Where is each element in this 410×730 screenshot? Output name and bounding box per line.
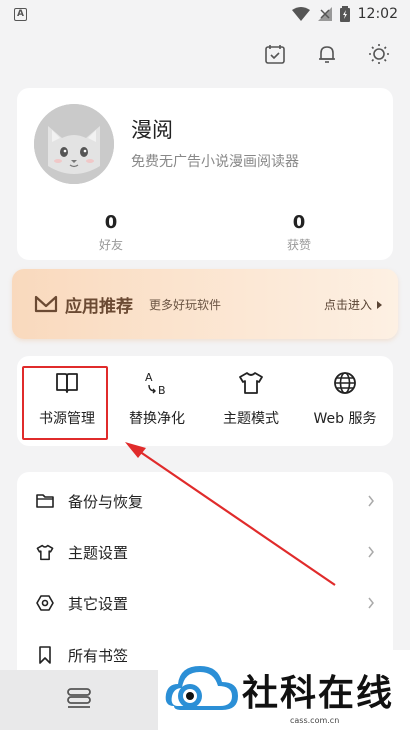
menu-item-other-settings[interactable]: 其它设置 (17, 580, 393, 626)
status-left: A (14, 7, 27, 21)
menu-item-label: 备份与恢复 (68, 492, 144, 511)
replace-ab-icon: AB (143, 368, 171, 398)
no-signal-icon (317, 7, 332, 21)
watermark: 社科在线 cass.com.cn (158, 650, 410, 730)
cat-avatar-icon (34, 104, 114, 184)
mail-crown-icon (34, 294, 58, 318)
app-name: 漫阅 (131, 118, 173, 142)
watermark-text: 社科在线 (242, 673, 395, 714)
action-label: 主题模式 (223, 411, 279, 427)
friends-count: 0 (104, 212, 118, 233)
folder-icon (36, 492, 54, 510)
menu-item-label: 所有书签 (68, 646, 129, 665)
friends-label: 好友 (98, 238, 123, 252)
bottom-nav-bar (0, 670, 158, 730)
app-recommend-banner[interactable]: 应用推荐 更多好玩软件 点击进入 (12, 269, 398, 339)
tshirt-icon (238, 368, 264, 398)
web-service-button[interactable]: Web 服务 (301, 368, 389, 438)
promo-enter-link[interactable]: 点击进入 (324, 296, 382, 313)
likes-label: 获赞 (286, 238, 311, 252)
top-toolbar (261, 40, 392, 67)
bookshelf-icon[interactable] (65, 686, 93, 714)
globe-icon (332, 368, 358, 398)
wifi-icon (291, 7, 310, 21)
menu-item-label: 其它设置 (68, 594, 129, 613)
watermark-url: cass.com.cn (290, 716, 340, 725)
status-bar: A 12:02 (0, 0, 410, 28)
theme-mode-button[interactable]: 主题模式 (207, 368, 295, 438)
bell-icon[interactable] (313, 40, 340, 67)
promo-enter-label: 点击进入 (323, 298, 372, 312)
likes-count: 0 (292, 212, 306, 233)
calendar-icon[interactable] (261, 40, 288, 67)
action-label: 替换净化 (129, 411, 185, 427)
likes-stat[interactable]: 0 获赞 (259, 212, 339, 253)
menu-item-theme-settings[interactable]: 主题设置 (17, 529, 393, 575)
friends-stat[interactable]: 0 好友 (71, 212, 151, 253)
svg-text:B: B (158, 384, 166, 396)
play-arrow-icon (377, 300, 382, 309)
sun-icon[interactable] (365, 40, 392, 67)
profile-card: 漫阅 免费无广告小说漫画阅读器 0 好友 0 获赞 (17, 88, 393, 260)
avatar[interactable] (34, 104, 114, 184)
svg-text:A: A (145, 371, 153, 384)
chevron-right-icon (367, 492, 375, 511)
action-label: Web 服务 (313, 411, 377, 427)
promo-title: 应用推荐 (65, 297, 133, 317)
notification-icon: A (14, 7, 27, 21)
battery-icon (339, 6, 350, 22)
chevron-right-icon (367, 594, 375, 613)
chevron-right-icon (367, 543, 375, 562)
menu-item-backup-restore[interactable]: 备份与恢复 (17, 478, 393, 524)
highlight-box (22, 366, 108, 440)
replace-purify-button[interactable]: AB 替换净化 (113, 368, 201, 438)
menu-item-label: 主题设置 (68, 543, 129, 562)
promo-subtitle: 更多好玩软件 (149, 298, 222, 312)
status-time: 12:02 (357, 6, 398, 22)
bookmark-icon (36, 646, 54, 664)
cloud-eye-logo-icon (164, 658, 240, 728)
settings-icon (36, 594, 54, 612)
tshirt-icon (36, 543, 54, 561)
status-right: 12:02 (291, 6, 398, 22)
app-description: 免费无广告小说漫画阅读器 (131, 154, 299, 170)
